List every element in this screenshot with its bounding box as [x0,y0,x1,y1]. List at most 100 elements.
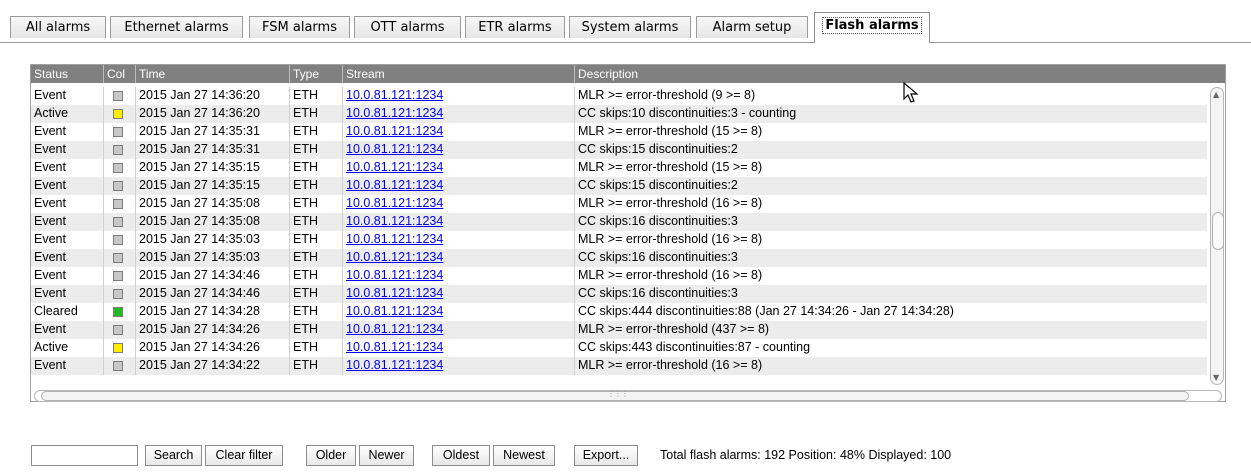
cell-time: 2015 Jan 27 14:34:22 [136,357,290,375]
cell-stream: 10.0.81.121:1234 [343,123,575,141]
cell-color [104,357,136,375]
status-color-swatch [113,289,123,299]
tab-flash-alarms-label: Flash alarms [822,17,922,34]
cell-type: ETH [290,195,343,213]
cell-stream: 10.0.81.121:1234 [343,105,575,123]
cell-stream: 10.0.81.121:1234 [343,321,575,339]
cell-color [104,339,136,357]
newest-button[interactable]: Newest [493,445,555,466]
stream-link[interactable]: 10.0.81.121:1234 [346,124,443,138]
stream-link[interactable]: 10.0.81.121:1234 [346,268,443,282]
cell-description: CC skips:15 discontinuities:2 [578,142,738,156]
stream-link[interactable]: 10.0.81.121:1234 [346,88,443,102]
cell-type: ETH [290,321,343,339]
table-row[interactable]: Event 2015 Jan 27 14:35:08 ETH 10.0.81.121:… [31,195,1207,213]
table-row[interactable]: Event 2015 Jan 27 14:34:22 ETH 10.0.81.121:… [31,357,1207,375]
stream-link[interactable]: 10.0.81.121:1234 [346,214,443,228]
newer-button[interactable]: Newer [359,445,414,466]
table-row[interactable]: Event 2015 Jan 27 14:35:31 ETH 10.0.81.121:… [31,123,1207,141]
status-color-swatch [113,235,123,245]
column-header-col[interactable]: Col [104,65,136,83]
cell-color [104,303,136,321]
table-row[interactable]: Event 2015 Jan 27 14:35:15 ETH 10.0.81.121:… [31,159,1207,177]
cell-stream: 10.0.81.121:1234 [343,285,575,303]
table-row[interactable]: Active 2015 Jan 27 14:36:20 ETH 10.0.81.121… [31,105,1207,123]
cell-description: CC skips:16 discontinuities:3 [578,286,738,300]
table-row[interactable]: Event 2015 Jan 27 14:35:03 ETH 10.0.81.121:… [31,249,1207,267]
stream-link[interactable]: 10.0.81.121:1234 [346,286,443,300]
table-row[interactable]: Event 2015 Jan 27 14:35:15 ETH 10.0.81.121:… [31,177,1207,195]
status-color-swatch [113,217,123,227]
stream-link[interactable]: 10.0.81.121:1234 [346,160,443,174]
cell-status: Event [31,231,104,249]
cell-stream: 10.0.81.121:1234 [343,213,575,231]
stream-link[interactable]: 10.0.81.121:1234 [346,304,443,318]
table-row[interactable]: Event 2015 Jan 27 14:34:46 ETH 10.0.81.121:… [31,285,1207,303]
cell-time: 2015 Jan 27 14:35:08 [136,213,290,231]
tab-flash-alarms[interactable]: Flash alarms [814,12,930,43]
search-input[interactable] [31,445,138,466]
cell-time: 2015 Jan 27 14:35:15 [136,159,290,177]
table-row[interactable]: Active 2015 Jan 27 14:34:26 ETH 10.0.81.121… [31,339,1207,357]
column-header-stream[interactable]: Stream [343,65,575,83]
cell-description: MLR >= error-threshold (16 >= 8) [578,358,763,372]
stream-link[interactable]: 10.0.81.121:1234 [346,358,443,372]
table-row[interactable]: Event 2015 Jan 27 14:35:31 ETH 10.0.81.121:… [31,141,1207,159]
stream-link[interactable]: 10.0.81.121:1234 [346,178,443,192]
tab-all-alarms[interactable]: All alarms [10,16,106,38]
stream-link[interactable]: 10.0.81.121:1234 [346,250,443,264]
table-row[interactable]: Event 2015 Jan 27 14:36:20 ETH 10.0.81.121:… [31,87,1207,105]
export-button[interactable]: Export... [574,445,638,466]
cell-type: ETH [290,213,343,231]
vertical-scroll-thumb[interactable] [1212,212,1224,250]
cell-description: MLR >= error-threshold (15 >= 8) [578,160,763,174]
table-row[interactable]: Event 2015 Jan 27 14:35:03 ETH 10.0.81.121:… [31,231,1207,249]
horizontal-scrollbar[interactable]: ⋮⋮⋮ [34,389,1222,402]
tab-system-alarms[interactable]: System alarms [569,16,691,38]
scroll-up-arrow-icon[interactable]: ▲ [1213,90,1219,99]
cell-type: ETH [290,267,343,285]
column-header-status[interactable]: Status [31,65,104,83]
cell-stream: 10.0.81.121:1234 [343,87,575,105]
horizontal-scroll-thumb[interactable]: ⋮⋮⋮ [41,389,1189,401]
tab-ethernet-alarms[interactable]: Ethernet alarms [110,16,243,38]
vertical-scrollbar[interactable]: ▲ ▼ [1210,87,1224,385]
cell-type: ETH [290,105,343,123]
cell-status: Event [31,321,104,339]
cell-color [104,213,136,231]
status-color-swatch [113,253,123,263]
table-row[interactable]: Event 2015 Jan 27 14:34:26 ETH 10.0.81.121:… [31,321,1207,339]
cell-description: MLR >= error-threshold (437 >= 8) [578,322,770,336]
scroll-down-arrow-icon[interactable]: ▼ [1213,373,1219,382]
stream-link[interactable]: 10.0.81.121:1234 [346,232,443,246]
cell-time: 2015 Jan 27 14:35:03 [136,231,290,249]
cell-description: MLR >= error-threshold (16 >= 8) [578,196,763,210]
column-header-time[interactable]: Time [136,65,290,83]
tab-alarm-setup[interactable]: Alarm setup [696,16,808,38]
stream-link[interactable]: 10.0.81.121:1234 [346,142,443,156]
table-row[interactable]: Event 2015 Jan 27 14:35:08 ETH 10.0.81.121:… [31,213,1207,231]
status-color-swatch [113,271,123,281]
stream-link[interactable]: 10.0.81.121:1234 [346,340,443,354]
table-row[interactable]: Event 2015 Jan 27 14:34:46 ETH 10.0.81.121:… [31,267,1207,285]
cell-description: CC skips:443 discontinuities:87 - counti… [578,340,811,354]
cell-description: MLR >= error-threshold (16 >= 8) [578,232,763,246]
column-header-description[interactable]: Description [575,65,1225,83]
oldest-button[interactable]: Oldest [432,445,490,466]
cell-description: MLR >= error-threshold (9 >= 8) [578,88,756,102]
cell-status: Event [31,177,104,195]
table-row[interactable]: Cleared 2015 Jan 27 14:34:28 ETH 10.0.81.12… [31,303,1207,321]
older-button[interactable]: Older [306,445,356,466]
search-button[interactable]: Search [145,445,202,466]
cell-status: Event [31,249,104,267]
tab-ott-alarms[interactable]: OTT alarms [354,16,461,38]
stream-link[interactable]: 10.0.81.121:1234 [346,322,443,336]
cell-time: 2015 Jan 27 14:36:20 [136,87,290,105]
status-color-swatch [113,91,123,101]
tab-etr-alarms[interactable]: ETR alarms [465,16,565,38]
clear-filter-button[interactable]: Clear filter [205,445,283,466]
stream-link[interactable]: 10.0.81.121:1234 [346,196,443,210]
tab-fsm-alarms[interactable]: FSM alarms [249,16,350,38]
stream-link[interactable]: 10.0.81.121:1234 [346,106,443,120]
column-header-type[interactable]: Type [290,65,343,83]
